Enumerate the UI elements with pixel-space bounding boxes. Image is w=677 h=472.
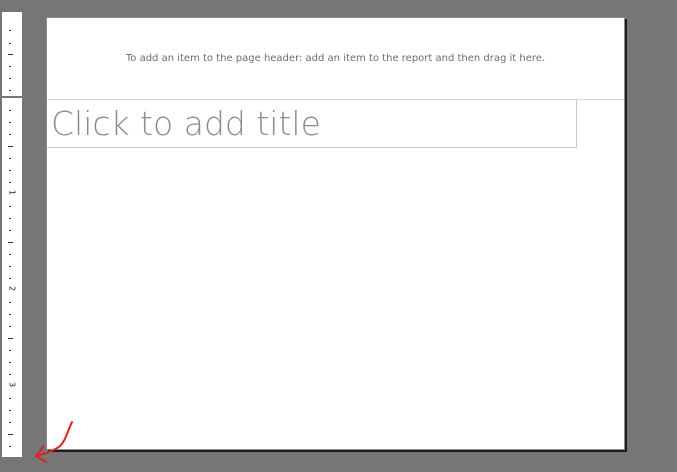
ruler-tick	[9, 122, 11, 123]
ruler-tick	[9, 90, 11, 91]
ruler-tick	[9, 78, 11, 79]
ruler-tick	[9, 410, 11, 411]
page-header-section[interactable]: To add an item to the page header: add a…	[47, 18, 624, 100]
annotation-arrow-icon	[35, 421, 73, 463]
ruler-tick	[9, 230, 11, 231]
ruler-margin-marker	[2, 96, 22, 98]
ruler-label: 2	[7, 285, 17, 292]
title-textbox[interactable]: Click to add title	[47, 100, 577, 148]
ruler-tick	[9, 30, 11, 31]
ruler-tick	[9, 110, 11, 111]
ruler-label: 3	[7, 381, 17, 388]
ruler-tick	[9, 278, 11, 279]
ruler-tick	[9, 446, 11, 447]
ruler-tick	[9, 170, 11, 171]
report-page[interactable]: To add an item to the page header: add a…	[46, 17, 625, 450]
ruler-tick	[9, 206, 11, 207]
ruler-tick	[8, 338, 13, 339]
ruler-tick	[9, 182, 11, 183]
ruler-tick	[8, 242, 13, 243]
ruler-tick	[8, 146, 13, 147]
ruler-tick	[9, 314, 11, 315]
ruler-tick	[9, 134, 11, 135]
title-placeholder: Click to add title	[51, 104, 321, 143]
ruler-tick	[9, 43, 11, 44]
ruler-tick	[9, 326, 11, 327]
ruler-tick	[9, 158, 11, 159]
ruler-tick	[9, 374, 11, 375]
ruler-tick	[9, 362, 11, 363]
vertical-ruler: 1 2 3	[0, 0, 28, 472]
ruler-tick	[9, 422, 11, 423]
page-header-hint: To add an item to the page header: add a…	[125, 53, 546, 64]
ruler-tick	[9, 302, 11, 303]
ruler-label: 1	[7, 189, 17, 196]
ruler-tick	[8, 434, 13, 435]
ruler-tick	[8, 54, 13, 55]
ruler-tick	[9, 398, 11, 399]
ruler-tick	[9, 350, 11, 351]
ruler-tick	[9, 66, 11, 67]
ruler-tick	[9, 266, 11, 267]
ruler-tick	[9, 218, 11, 219]
ruler-tick	[9, 254, 11, 255]
